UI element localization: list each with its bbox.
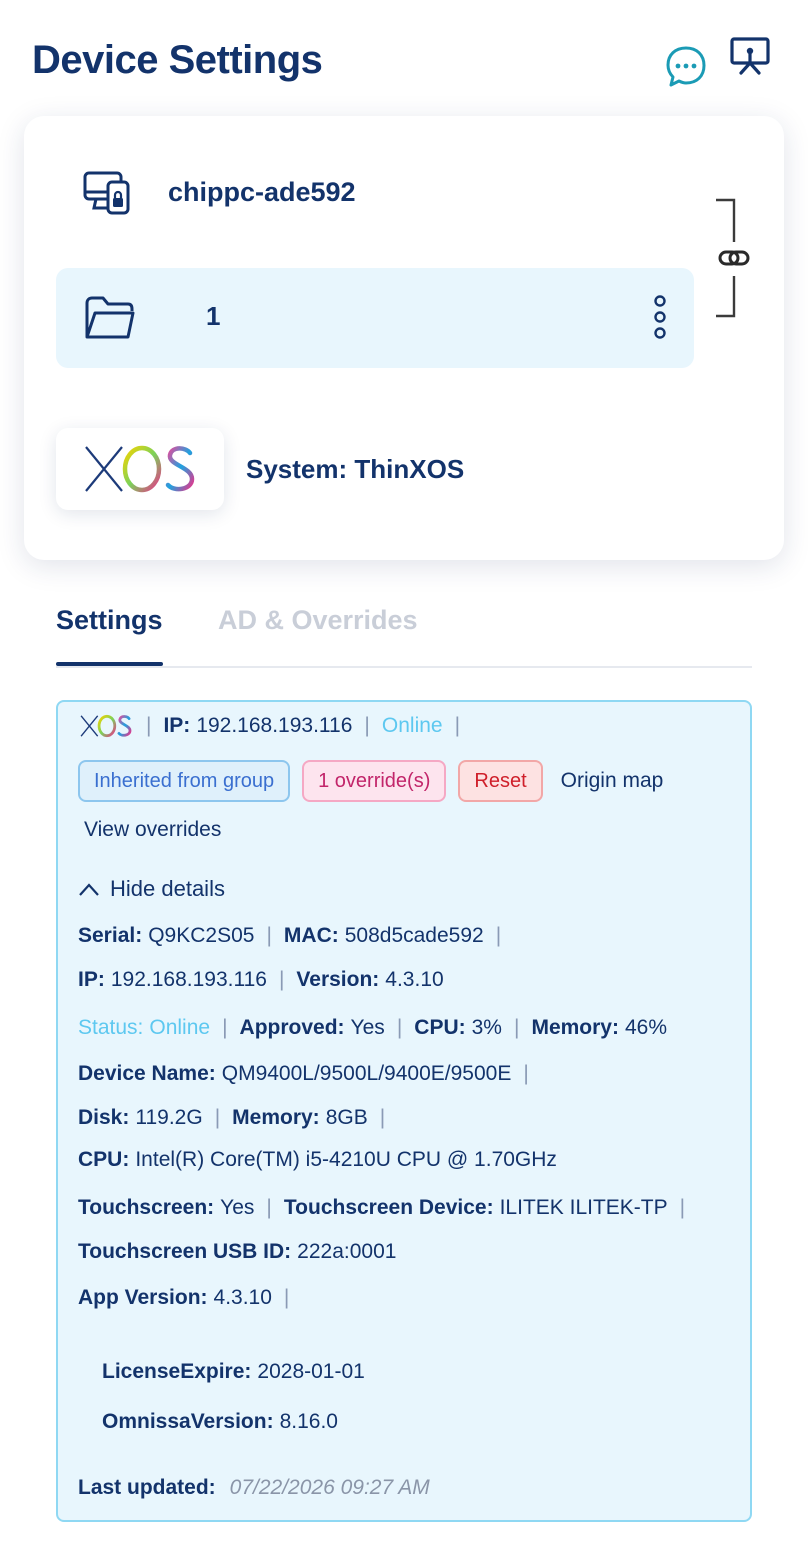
mac-value: 508d5cade592 [344,924,484,947]
detail-line-ip: IP: 192.168.193.116 | Version: 4.3.10 [78,968,444,991]
device-name-label: Device Name: [78,1062,216,1085]
folder-icon [85,296,135,339]
device-card: chippc-ade592 1 System: ThinXOS [24,116,784,560]
detail-line-touchscreen: Touchscreen: Yes | Touchscreen Device: I… [78,1196,686,1219]
version-label: Version: [296,968,380,991]
omnissa-value: 8.16.0 [279,1410,338,1433]
page-title: Device Settings [32,38,323,82]
view-overrides-row: View overrides [84,818,221,842]
xos-logo-icon [85,445,195,493]
touch-device-value: ILITEK ILITEK-TP [499,1196,668,1219]
group-row[interactable]: 1 [56,268,694,368]
approved-label: Approved: [239,1016,345,1039]
detail-line-status: Status: Online | Approved: Yes | CPU: 3%… [78,1016,668,1039]
last-updated-label: Last updated: [78,1476,216,1499]
detail-line-disk: Disk: 119.2G | Memory: 8GB | [78,1106,386,1129]
origin-map-link[interactable]: Origin map [561,769,664,793]
cpu-usage-label: CPU: [414,1016,466,1039]
detail-line-serial: Serial: Q9KC2S05 | MAC: 508d5cade592 | [78,924,502,947]
touch-usb-value: 222a:0001 [297,1240,397,1263]
app-version-value: 4.3.10 [213,1286,272,1309]
ip-value: 192.168.193.116 [110,968,267,991]
more-options-icon[interactable] [650,294,670,340]
page-header: Device Settings [32,32,772,92]
hide-details-label: Hide details [110,876,225,901]
summary-ip-label: IP: [163,714,191,737]
detail-line-app-version: App Version: 4.3.10 | [78,1286,290,1309]
detail-line-device-name: Device Name: QM9400L/9500L/9400E/9500E | [78,1062,529,1085]
detail-line-license: LicenseExpire: 2028-01-01 [102,1360,365,1384]
detail-line-last-updated: Last updated: 07/22/2026 09:27 AM [78,1476,430,1500]
license-value: 2028-01-01 [257,1360,365,1383]
memory-value: 8GB [325,1106,368,1129]
group-name: 1 [206,301,221,331]
disk-label: Disk: [78,1106,130,1129]
touchscreen-value: Yes [220,1196,255,1219]
xos-small-logo-icon [80,714,132,738]
overrides-badge[interactable]: 1 override(s) [302,760,447,802]
last-updated-value: 07/22/2026 09:27 AM [229,1476,430,1499]
touch-device-label: Touchscreen Device: [283,1196,494,1219]
touch-usb-label: Touchscreen USB ID: [78,1240,292,1263]
reset-button[interactable]: Reset [458,760,543,802]
tab-settings[interactable]: Settings [56,602,163,666]
remote-display-icon[interactable] [728,36,772,80]
device-name: chippc-ade592 [168,176,356,207]
link-icon[interactable] [714,198,758,318]
device-name-value: QM9400L/9500L/9400E/9500E [221,1062,512,1085]
header-actions [664,36,772,88]
summary-line: | IP: 192.168.193.116 | Online | [78,714,472,738]
status-label: Status: [78,1016,144,1039]
tab-bar: Settings AD & Overrides [56,600,752,668]
memory-label: Memory: [232,1106,320,1129]
summary-ip-value: 192.168.193.116 [196,714,353,737]
cpu-usage-value: 3% [471,1016,502,1039]
device-row: chippc-ade592 [82,168,356,216]
chevron-up-icon [79,883,99,896]
tab-ad-overrides[interactable]: AD & Overrides [218,602,418,638]
inherited-badge[interactable]: Inherited from group [78,760,291,802]
badge-row: Inherited from group 1 override(s) Reset… [78,760,663,802]
serial-value: Q9KC2S05 [148,924,255,947]
memory-usage-label: Memory: [531,1016,619,1039]
chat-icon[interactable] [664,44,708,88]
approved-value: Yes [350,1016,385,1039]
license-label: LicenseExpire: [102,1360,252,1383]
detail-line-touch-usb: Touchscreen USB ID: 222a:0001 [78,1240,396,1264]
detail-line-omnissa: OmnissaVersion: 8.16.0 [102,1410,338,1434]
version-value: 4.3.10 [385,968,444,991]
cpu-value: Intel(R) Core(TM) i5-4210U CPU @ 1.70GHz [135,1148,557,1171]
os-logo [56,428,224,510]
system-row: System: ThinXOS [56,428,464,510]
system-label: System: ThinXOS [246,453,465,484]
view-overrides-link[interactable]: View overrides [84,818,221,842]
disk-value: 119.2G [135,1106,203,1129]
mac-label: MAC: [283,924,339,947]
detail-line-cpu: CPU: Intel(R) Core(TM) i5-4210U CPU @ 1.… [78,1148,557,1172]
memory-usage-value: 46% [624,1016,668,1039]
hide-details-toggle[interactable]: Hide details [78,876,225,902]
device-lock-icon [83,171,130,215]
app-version-label: App Version: [78,1286,208,1309]
cpu-label: CPU: [78,1148,130,1171]
ip-label: IP: [78,968,105,991]
status-value: Online [149,1016,211,1039]
touchscreen-label: Touchscreen: [78,1196,215,1219]
summary-status: Online [381,714,443,737]
omnissa-label: OmnissaVersion: [102,1410,274,1433]
serial-label: Serial: [78,924,143,947]
device-details-panel: | IP: 192.168.193.116 | Online | Inherit… [56,700,752,1522]
